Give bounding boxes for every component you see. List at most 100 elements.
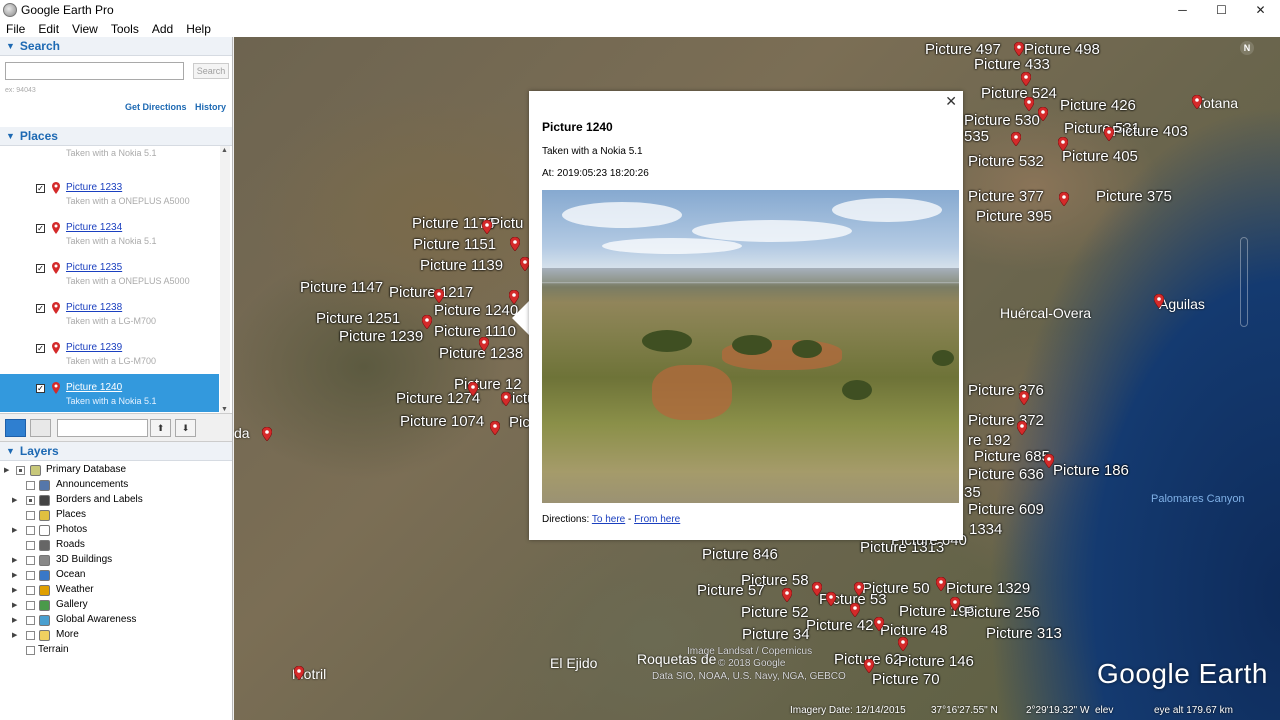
north-indicator[interactable]: N (1240, 41, 1254, 55)
map-pin-icon[interactable] (479, 337, 489, 351)
menu-help[interactable]: Help (184, 22, 213, 36)
map-pin-icon[interactable] (1038, 107, 1048, 121)
place-item[interactable]: ✓ Picture 1240 Taken with a Nokia 5.1 (0, 374, 219, 412)
place-checkbox[interactable]: ✓ (36, 304, 45, 313)
map-placemark-label[interactable]: Picture 1074 (400, 413, 484, 430)
search-places-button[interactable] (5, 419, 26, 437)
places-panel-header[interactable]: ▼ Places (0, 127, 232, 146)
menu-tools[interactable]: Tools (109, 22, 141, 36)
layer-checkbox[interactable] (26, 481, 35, 490)
menu-view[interactable]: View (70, 22, 100, 36)
map-pin-icon[interactable] (850, 603, 860, 617)
close-button[interactable]: ✕ (1241, 0, 1280, 20)
map-placemark-label[interactable]: Picture 1217 (389, 284, 473, 301)
map-placemark-label[interactable]: Pic (509, 414, 530, 431)
search-button[interactable]: Search (193, 63, 229, 79)
expand-arrow-icon[interactable]: ▶ (12, 556, 17, 564)
map-pin-icon[interactable] (1058, 137, 1068, 151)
map-placemark-label[interactable]: Picture 57 (697, 582, 765, 599)
map-placemark-label[interactable]: Picture 70 (872, 671, 940, 688)
minimize-button[interactable]: ─ (1163, 0, 1202, 20)
place-checkbox[interactable]: ✓ (36, 384, 45, 393)
map-placemark-label[interactable]: Picture 52 (741, 604, 809, 621)
balloon-close-button[interactable]: ✕ (945, 93, 957, 110)
layer-checkbox[interactable] (16, 466, 25, 475)
map-pin-icon[interactable] (854, 582, 864, 596)
layer-checkbox[interactable] (26, 556, 35, 565)
map-placemark-label[interactable]: Picture 395 (976, 208, 1052, 225)
map-placemark-label[interactable]: Picture 1240 (434, 302, 518, 319)
map-placemark-label[interactable]: Picture 1251 (316, 310, 400, 327)
map-placemark-label[interactable]: Picture 846 (702, 546, 778, 563)
layer-item[interactable]: ▶ 3D Buildings (0, 553, 232, 568)
zoom-slider[interactable] (1240, 237, 1248, 327)
from-here-link[interactable]: From here (634, 514, 680, 525)
expand-arrow-icon[interactable]: ▶ (12, 496, 17, 504)
places-filter-input[interactable] (57, 419, 148, 437)
map-placemark-label[interactable]: Picture 146 (898, 653, 974, 670)
map-pin-icon[interactable] (1059, 192, 1069, 206)
place-item[interactable]: ✓ Picture 1235 Taken with a ONEPLUS A5000 (0, 254, 219, 292)
layer-checkbox[interactable] (26, 631, 35, 640)
map-placemark-label[interactable]: 1334 (969, 521, 1002, 538)
map-pin-icon[interactable] (1017, 421, 1027, 435)
toggle-panel-button[interactable] (30, 419, 51, 437)
move-down-button[interactable]: ⬇ (175, 419, 196, 437)
menu-edit[interactable]: Edit (36, 22, 61, 36)
map-pin-icon[interactable] (1044, 454, 1054, 468)
collapse-triangle-icon[interactable]: ▼ (6, 446, 15, 456)
place-item[interactable]: ✓ Picture 1233 Taken with a ONEPLUS A5000 (0, 174, 219, 212)
place-title[interactable]: Picture 1240 (66, 382, 122, 393)
layer-checkbox[interactable] (26, 586, 35, 595)
map-pin-icon[interactable] (422, 315, 432, 329)
map-pin-icon[interactable] (490, 421, 500, 435)
layer-item[interactable]: ▶ Global Awareness (0, 613, 232, 628)
collapse-triangle-icon[interactable]: ▼ (6, 41, 15, 51)
map-pin-icon[interactable] (1024, 97, 1034, 111)
map-pin-icon[interactable] (950, 597, 960, 611)
move-up-button[interactable]: ⬆ (150, 419, 171, 437)
map-pin-icon[interactable] (501, 392, 511, 406)
map-pin-icon[interactable] (812, 582, 822, 596)
place-checkbox[interactable]: ✓ (36, 184, 45, 193)
layer-checkbox[interactable] (26, 601, 35, 610)
map-placemark-label[interactable]: Picture 433 (974, 56, 1050, 73)
history-link[interactable]: History (195, 102, 226, 112)
expand-arrow-icon[interactable]: ▶ (12, 601, 17, 609)
search-panel-header[interactable]: ▼ Search (0, 37, 232, 56)
map-pin-icon[interactable] (1192, 95, 1202, 109)
map-placemark-label[interactable]: Picture 1139 (420, 257, 503, 274)
map-placemark-label[interactable]: Picture 376 (968, 382, 1044, 399)
layer-checkbox[interactable] (26, 541, 35, 550)
layers-panel-header[interactable]: ▼ Layers (0, 442, 232, 461)
map-pin-icon[interactable] (936, 577, 946, 591)
map-pin-icon[interactable] (468, 382, 478, 396)
place-title[interactable]: Picture 1233 (66, 182, 122, 193)
map-pin-icon[interactable] (826, 592, 836, 606)
map-placemark-label[interactable]: Pictu (490, 215, 523, 232)
menu-file[interactable]: File (4, 22, 27, 36)
layer-checkbox[interactable] (26, 571, 35, 580)
layer-checkbox[interactable] (26, 511, 35, 520)
map-pin-icon[interactable] (864, 659, 874, 673)
map-pin-icon[interactable] (510, 237, 520, 251)
map-pin-icon[interactable] (1011, 132, 1021, 146)
map-placemark-label[interactable]: re 192 (968, 432, 1011, 449)
map-pin-icon[interactable] (1014, 42, 1024, 56)
to-here-link[interactable]: To here (592, 514, 625, 525)
place-item[interactable]: ✓ Picture 1239 Taken with a LG-M700 (0, 334, 219, 372)
place-title[interactable]: Picture 1238 (66, 302, 122, 313)
map-pin-icon[interactable] (898, 637, 908, 651)
layer-item[interactable]: ▶ More (0, 628, 232, 643)
places-scrollbar[interactable]: ▲ ▼ (220, 146, 230, 413)
search-input[interactable] (5, 62, 184, 80)
map-placemark-label[interactable]: Picture 48 (880, 622, 948, 639)
scroll-down-icon[interactable]: ▼ (221, 406, 228, 413)
expand-arrow-icon[interactable]: ▶ (12, 526, 17, 534)
layer-checkbox[interactable] (26, 616, 35, 625)
map-placemark-label[interactable]: Picture 609 (968, 501, 1044, 518)
map-pin-icon[interactable] (782, 588, 792, 602)
expand-arrow-icon[interactable]: ▶ (12, 616, 17, 624)
map-pin-icon[interactable] (1021, 72, 1031, 86)
layer-item[interactable]: ▶ Photos (0, 523, 232, 538)
